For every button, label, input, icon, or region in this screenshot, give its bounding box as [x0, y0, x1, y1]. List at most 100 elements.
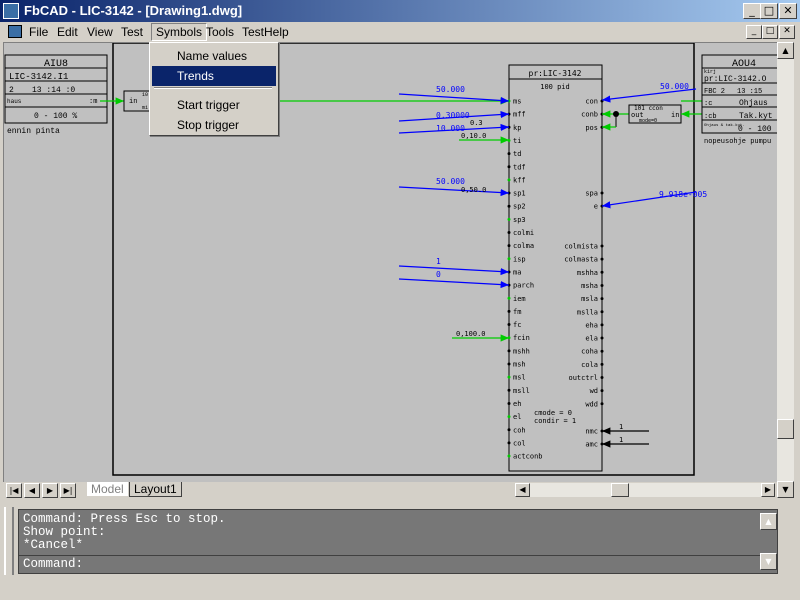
scroll-thumb[interactable] — [777, 419, 794, 439]
diagram: AIU8 LIC-3142.I1 2 13 :14 :0 haus :m 0 -… — [4, 43, 777, 476]
pid-input-pin — [507, 323, 511, 327]
command-prompt[interactable]: Command: — [23, 557, 83, 571]
document-icon[interactable] — [8, 25, 22, 38]
drawing-canvas[interactable]: AIU8 LIC-3142.I1 2 13 :14 :0 haus :m 0 -… — [3, 42, 778, 484]
pid-input-pin — [507, 415, 511, 419]
cmd-scroll-down-icon[interactable]: ▼ — [760, 553, 777, 570]
menu-test[interactable]: Test — [121, 25, 143, 39]
aiu8-range: 0 - 100 % — [34, 112, 77, 121]
pid-output-pin — [600, 323, 604, 327]
aiu8-block: AIU8 LIC-3142.I1 2 13 :14 :0 haus :m 0 -… — [4, 54, 108, 136]
pid-param-condir: condir = 1 — [534, 417, 576, 425]
layout-tab-bar: |◀ ◀ ▶ ▶| Model Layout1 ◀ ▶ — [3, 482, 777, 498]
pid-input-pin — [507, 401, 511, 405]
pid-output-pin — [600, 297, 604, 301]
val-fcin: 0,100.0 — [456, 330, 486, 338]
val-e: 9.918e-005 — [659, 190, 707, 199]
menu-edit[interactable]: Edit — [57, 25, 78, 39]
first-tab-icon[interactable]: |◀ — [6, 483, 22, 498]
pid-output-amc: amc — [585, 441, 598, 449]
pid-output-pin — [600, 376, 604, 379]
pid-output-ela: ela — [585, 335, 598, 343]
aiu8-row-b: 13 :14 :0 — [32, 86, 75, 95]
aiu8-pin: :m — [89, 98, 97, 106]
pid-input-msll: msll — [513, 387, 530, 395]
aiu8-note: ennin pinta — [7, 127, 60, 136]
pid-input-isp: isp — [513, 255, 526, 263]
pid-input-ma: ma — [513, 268, 521, 276]
pid-input-parch: parch — [513, 282, 534, 290]
doc-minimize-button[interactable]: _ — [746, 25, 762, 39]
pid-output-pin — [600, 349, 604, 353]
menu-symbols[interactable]: Symbols — [151, 23, 208, 41]
pid-input-mff: mff — [513, 111, 526, 119]
vertical-scrollbar[interactable]: ▲ ▼ — [777, 42, 794, 498]
pid-input-td: td — [513, 150, 521, 158]
pid-output-pin — [600, 244, 604, 248]
scroll-left-icon[interactable]: ◀ — [515, 483, 530, 497]
cmd-scroll-up-icon[interactable]: ▲ — [760, 513, 777, 530]
pid-input-fm: fm — [513, 308, 521, 316]
tab-model[interactable]: Model — [87, 482, 128, 496]
menu-item-trends[interactable]: Trends — [152, 66, 276, 86]
minimize-button[interactable]: _ — [743, 3, 761, 19]
pid-output-msha: msha — [581, 282, 598, 290]
menu-testhelp[interactable]: TestHelp — [242, 25, 289, 39]
command-window: Command: Press Esc to stop. Show point: … — [18, 509, 778, 574]
svg-text::cb: :cb — [704, 113, 717, 121]
pid-input-el: el — [513, 413, 521, 421]
pid-input-fcin: fcin — [513, 334, 530, 342]
pid-input-pin — [507, 362, 511, 366]
svg-text::c: :c — [704, 100, 712, 108]
menu-view[interactable]: View — [87, 25, 113, 39]
command-line-3: *Cancel* — [23, 538, 84, 552]
pid-input-sp3: sp3 — [513, 216, 526, 224]
scroll-right-icon[interactable]: ▶ — [761, 483, 775, 497]
app-icon[interactable] — [3, 3, 19, 19]
last-tab-icon[interactable]: ▶| — [60, 483, 76, 498]
window-title: FbCAD - LIC-3142 - [Drawing1.dwg] — [24, 3, 243, 18]
prev-tab-icon[interactable]: ◀ — [24, 483, 40, 498]
pid-input-pin — [507, 454, 511, 458]
pid-output-wdd: wdd — [585, 400, 598, 408]
pid-input-colma: colma — [513, 242, 534, 250]
pid-output-msla: msla — [581, 295, 598, 303]
doc-close-button[interactable]: ✕ — [779, 25, 795, 39]
doc-restore-button[interactable]: □ — [762, 25, 778, 39]
menu-tools[interactable]: Tools — [206, 25, 234, 39]
pid-output-pos: pos — [585, 124, 598, 132]
horizontal-scrollbar[interactable]: ◀ ▶ — [515, 483, 775, 497]
pid-input-kff: kff — [513, 176, 526, 184]
pid-output-spa: spa — [585, 190, 598, 198]
pid-input-sp1: sp1 — [513, 190, 526, 198]
val-con: 50.000 — [660, 82, 689, 91]
svg-text:13 :15: 13 :15 — [737, 88, 762, 96]
pid-input-sp2: sp2 — [513, 203, 526, 211]
next-tab-icon[interactable]: ▶ — [42, 483, 58, 498]
aou4-block: AOU4 kirj pr:LIC-3142.O FBC 2 13 :15 :c … — [701, 54, 777, 146]
menu-item-stop-trigger[interactable]: Stop trigger — [152, 115, 276, 135]
scroll-down-icon[interactable]: ▼ — [777, 481, 794, 498]
pid-output-eha: eha — [585, 321, 598, 329]
pid-param-cmode: cmode = 0 — [534, 409, 572, 417]
menu-item-name-values[interactable]: Name values — [152, 46, 276, 66]
svg-text:in: in — [129, 98, 137, 106]
hscroll-thumb[interactable] — [611, 483, 629, 497]
maximize-button[interactable]: □ — [760, 3, 778, 19]
symbols-menu: Name values Trends Start trigger Stop tr… — [149, 42, 279, 136]
menu-separator — [154, 87, 272, 89]
tab-layout1[interactable]: Layout1 — [129, 482, 182, 497]
close-button[interactable]: ✕ — [779, 3, 797, 19]
command-grip[interactable] — [4, 507, 14, 575]
scroll-up-icon[interactable]: ▲ — [777, 42, 794, 59]
pid-output-pin — [600, 336, 604, 340]
pid-output-colmista: colmista — [564, 243, 598, 251]
ms-signal — [398, 93, 510, 105]
menu-item-start-trigger[interactable]: Start trigger — [152, 95, 276, 115]
menu-file[interactable]: File — [29, 25, 48, 39]
pid-input-mshh: mshh — [513, 347, 530, 355]
pid-input-pin — [507, 244, 511, 248]
pid-input-fc: fc — [513, 321, 521, 329]
pid-input-pin — [507, 375, 511, 379]
pid-output-cola: cola — [581, 361, 598, 369]
